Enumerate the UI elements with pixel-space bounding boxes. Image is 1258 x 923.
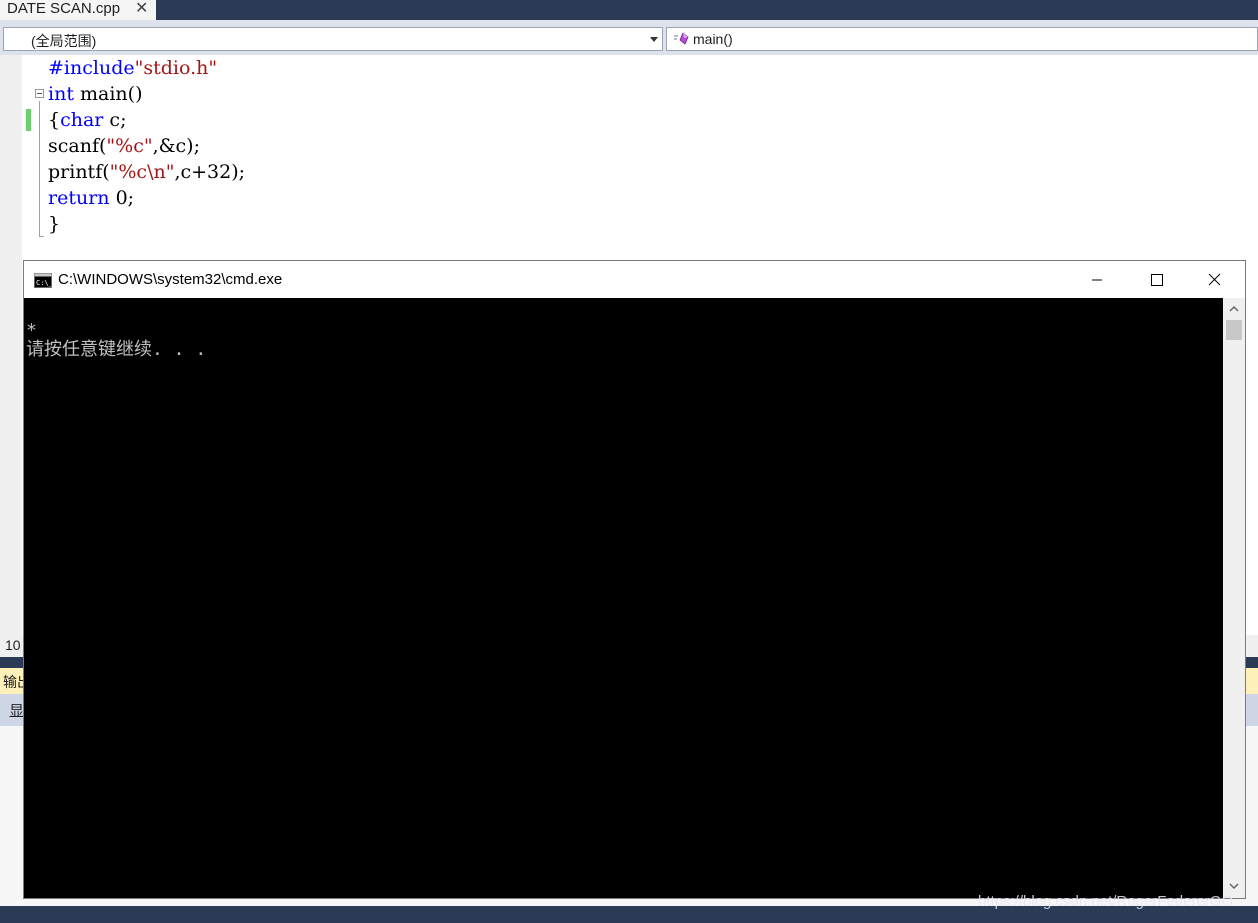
console-title: C:\WINDOWS\system32\cmd.exe [58, 271, 283, 288]
scope-dropdown-value: (全局范围) [31, 33, 97, 49]
console-output[interactable]: * 请按任意键继续. . . [24, 298, 1223, 898]
scroll-up-icon[interactable] [1228, 304, 1240, 314]
file-tab[interactable]: DATE SCAN.cpp ✕ [0, 0, 156, 20]
code-text: printf( [48, 161, 110, 183]
minimize-icon[interactable] [1074, 265, 1120, 295]
string-literal: "stdio.h" [134, 57, 218, 79]
code-line-3: {char c; [48, 107, 126, 133]
document-tab-strip: DATE SCAN.cpp ✕ [0, 0, 1258, 20]
code-line-5: printf("%c\n",c+32); [48, 159, 245, 185]
code-text: main() [73, 83, 143, 105]
code-line-1: #include"stdio.h" [48, 55, 217, 81]
code-text: ,c+32); [174, 161, 246, 183]
code-text: 0; [109, 187, 135, 209]
string-literal: "%c" [106, 135, 153, 157]
member-dropdown[interactable]: main() [666, 27, 1258, 51]
close-tab-icon[interactable]: ✕ [135, 0, 148, 18]
scroll-down-icon[interactable] [1228, 881, 1240, 891]
zoom-level[interactable]: 10 [5, 637, 21, 653]
watermark: https://blog.csdn.net/RogerFedererGO [978, 893, 1234, 910]
code-line-2: int main() [48, 81, 142, 107]
keyword: char [60, 109, 104, 131]
code-text: c; [103, 109, 127, 131]
code-text: scanf( [48, 135, 107, 157]
collapse-toggle-icon[interactable] [35, 89, 44, 98]
member-dropdown-value: main() [693, 31, 733, 47]
svg-text:C:\_: C:\_ [36, 279, 52, 287]
editor-gutter [0, 55, 22, 635]
console-output-line: 请按任意键继续. . . [26, 339, 207, 360]
string-literal: "%c\n" [109, 161, 175, 183]
code-line-4: scanf("%c",&c); [48, 133, 200, 159]
chevron-down-icon[interactable] [650, 37, 658, 42]
console-scrollbar[interactable] [1223, 298, 1245, 898]
navigation-bar: (全局范围) main() [0, 20, 1258, 55]
file-tab-label: DATE SCAN.cpp [7, 0, 121, 17]
change-indicator [26, 109, 31, 131]
console-titlebar[interactable]: C:\_ C:\WINDOWS\system32\cmd.exe [24, 261, 1245, 298]
keyword: int [48, 83, 74, 105]
code-line-6: return 0; [48, 185, 134, 211]
scope-dropdown[interactable]: (全局范围) [3, 27, 663, 51]
method-icon [674, 32, 689, 45]
code-text: { [48, 109, 61, 131]
show-output-label: 显 [9, 703, 25, 720]
code-text: ,&c); [152, 135, 201, 157]
cmd-icon: C:\_ [34, 273, 52, 288]
preprocessor-directive: #include [48, 57, 135, 79]
keyword: return [48, 187, 110, 209]
scrollbar-thumb[interactable] [1226, 320, 1242, 340]
maximize-icon[interactable] [1133, 265, 1179, 295]
fold-guide-end [39, 236, 44, 237]
code-line-7: } [48, 211, 60, 237]
fold-guide [39, 101, 40, 236]
close-icon[interactable] [1191, 265, 1237, 295]
code-text: } [48, 213, 61, 235]
console-window[interactable]: C:\_ C:\WINDOWS\system32\cmd.exe * 请按任意键… [23, 260, 1246, 899]
